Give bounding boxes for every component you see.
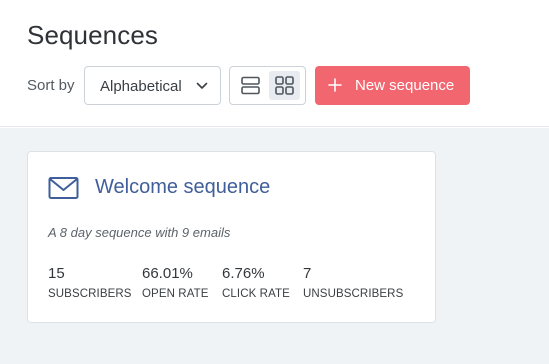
- page-title: Sequences: [27, 20, 159, 50]
- stat-unsubscribers: 7 UNSUBSCRIBERS: [303, 265, 403, 300]
- stat-label: OPEN RATE: [142, 288, 209, 300]
- list-view-icon: [241, 76, 260, 95]
- stat-value: 15: [48, 265, 65, 282]
- sequence-list: Welcome sequence A 8 day sequence with 9…: [0, 128, 549, 364]
- stat-label: CLICK RATE: [222, 288, 290, 300]
- list-view-button[interactable]: [235, 71, 266, 100]
- sequence-description: A 8 day sequence with 9 emails: [48, 225, 231, 240]
- sequence-card[interactable]: Welcome sequence A 8 day sequence with 9…: [27, 151, 436, 323]
- new-sequence-label: New sequence: [355, 77, 455, 94]
- stat-value: 7: [303, 265, 312, 282]
- mail-icon: [48, 177, 79, 199]
- sequence-title[interactable]: Welcome sequence: [95, 176, 270, 199]
- sort-label: Sort by: [27, 77, 75, 94]
- new-sequence-button[interactable]: New sequence: [315, 66, 470, 105]
- stat-click-rate: 6.76% CLICK RATE: [222, 265, 290, 300]
- sort-select[interactable]: Alphabetical: [84, 66, 221, 105]
- stat-value: 66.01%: [142, 265, 193, 282]
- page-header: Sequences Sort by Alphabetical New seque…: [0, 0, 549, 127]
- sort-selected-value: Alphabetical: [100, 78, 182, 95]
- stat-subscribers: 15 SUBSCRIBERS: [48, 265, 132, 300]
- stat-value: 6.76%: [222, 265, 265, 282]
- stat-label: SUBSCRIBERS: [48, 288, 132, 300]
- chevron-down-icon: [196, 82, 208, 89]
- view-toggle: [229, 66, 306, 105]
- grid-view-button[interactable]: [269, 71, 300, 100]
- grid-view-icon: [275, 76, 294, 95]
- stat-open-rate: 66.01% OPEN RATE: [142, 265, 209, 300]
- plus-icon: [328, 78, 342, 92]
- stat-label: UNSUBSCRIBERS: [303, 288, 404, 300]
